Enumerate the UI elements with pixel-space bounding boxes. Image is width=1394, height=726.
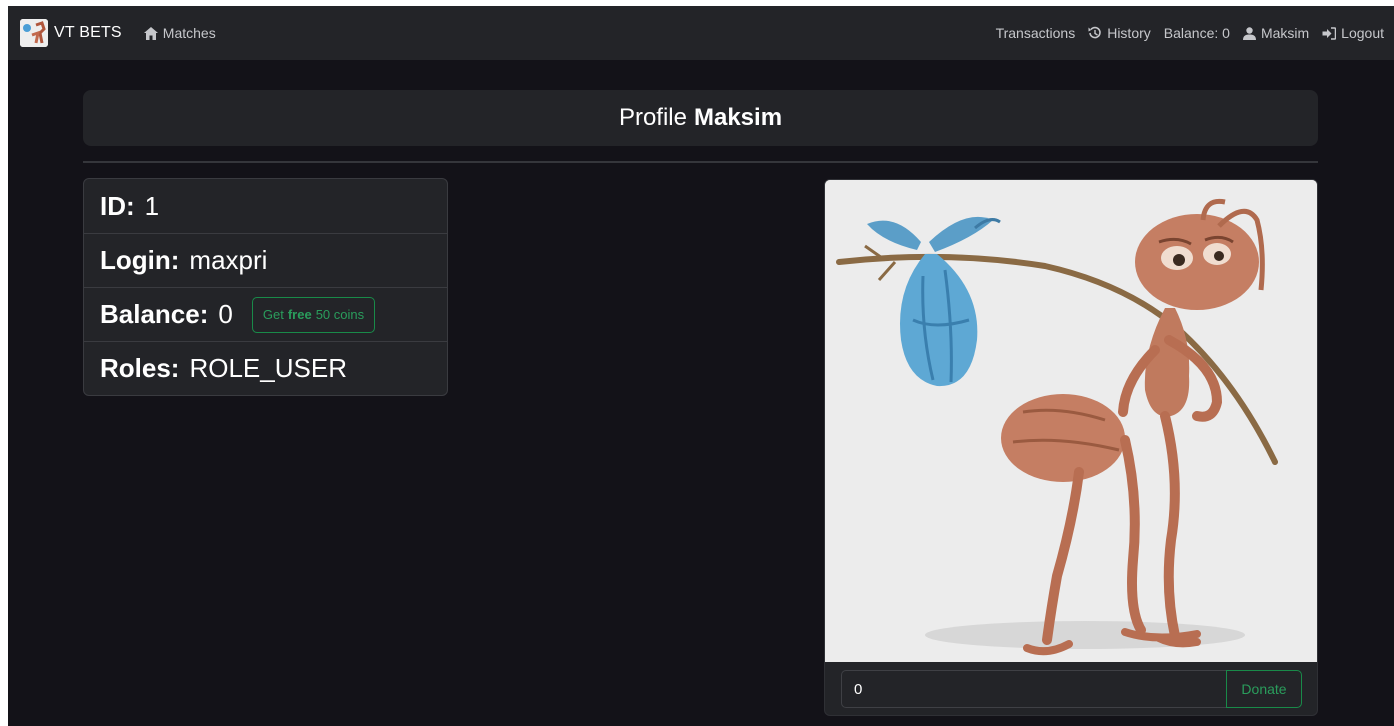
nav-history[interactable]: History — [1088, 25, 1151, 41]
app-frame: VT BETS Matches Transactions History Bal… — [8, 6, 1394, 726]
donate-button[interactable]: Donate — [1226, 670, 1302, 708]
id-label: ID: — [100, 190, 135, 221]
id-value: 1 — [144, 190, 160, 221]
balance-value: 0 — [218, 299, 233, 329]
get-free-coins-button[interactable]: Get free 50 coins — [251, 296, 376, 333]
nav-balance-label: Balance: 0 — [1163, 25, 1230, 41]
history-icon — [1088, 26, 1101, 39]
roles-label: Roles: — [100, 353, 180, 383]
info-row-roles: Roles: ROLE_USER — [84, 341, 447, 395]
nav-history-label: History — [1107, 25, 1151, 41]
navbar: VT BETS Matches Transactions History Bal… — [8, 6, 1394, 60]
nav-transactions-label: Transactions — [995, 25, 1076, 41]
user-icon — [1242, 26, 1256, 40]
nav-balance[interactable]: Balance: 0 — [1164, 25, 1230, 41]
free-btn-pre: Get — [262, 307, 284, 322]
login-value: maxpri — [189, 245, 268, 275]
divider — [83, 161, 1318, 163]
donate-amount-input[interactable] — [841, 670, 1226, 708]
free-btn-bold: free — [287, 307, 312, 322]
nav-right: Transactions History Balance: 0 Maksim L… — [996, 25, 1384, 41]
brand-name: VT BETS — [54, 24, 122, 41]
nav-left: VT BETS Matches — [20, 19, 216, 47]
nav-user[interactable]: Maksim — [1242, 25, 1310, 41]
nav-user-label: Maksim — [1260, 25, 1310, 41]
nav-logout[interactable]: Logout — [1322, 25, 1384, 41]
profile-image — [825, 180, 1317, 662]
info-row-login: Login: maxpri — [84, 233, 447, 287]
nav-logout-label: Logout — [1341, 25, 1384, 41]
profile-image-card: Donate — [824, 179, 1318, 716]
ant-illustration — [825, 180, 1317, 662]
nav-matches[interactable]: Matches — [143, 25, 216, 41]
profile-username: Maksim — [693, 104, 783, 131]
info-row-balance: Balance: 0 Get free 50 coins — [84, 287, 447, 341]
logout-icon — [1322, 26, 1337, 40]
profile-header: Profile Maksim — [83, 90, 1318, 146]
profile-info-list: ID: 1 Login: maxpri Balance: 0 Get free … — [83, 178, 448, 396]
brand-logo-icon — [20, 19, 48, 47]
donate-row: Donate — [841, 670, 1302, 708]
profile-title: Profile — [618, 104, 687, 131]
login-label: Login: — [100, 245, 180, 275]
nav-matches-label: Matches — [162, 25, 216, 41]
home-icon — [143, 26, 158, 40]
balance-label: Balance: — [100, 299, 209, 329]
nav-transactions[interactable]: Transactions — [996, 25, 1076, 41]
info-row-id: ID: 1 — [84, 179, 447, 233]
brand[interactable]: VT BETS — [20, 19, 122, 47]
roles-value: ROLE_USER — [189, 353, 347, 383]
free-btn-post: 50 coins — [315, 307, 365, 322]
